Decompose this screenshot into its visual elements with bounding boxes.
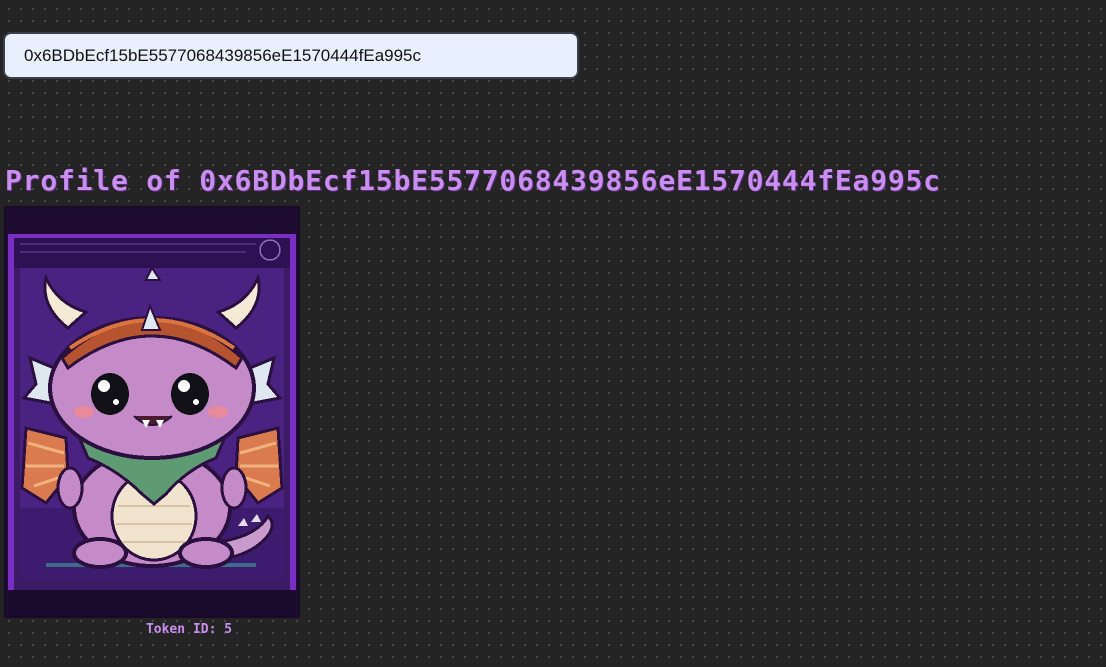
dragon-nft-image	[6, 208, 298, 616]
token-id-label: Token ID: 5	[145, 622, 233, 637]
address-input[interactable]	[3, 32, 579, 79]
profile-title: Profile of 0x6BDbEcf15bE5577068439856eE1…	[5, 164, 941, 197]
nft-card[interactable]	[4, 206, 300, 618]
